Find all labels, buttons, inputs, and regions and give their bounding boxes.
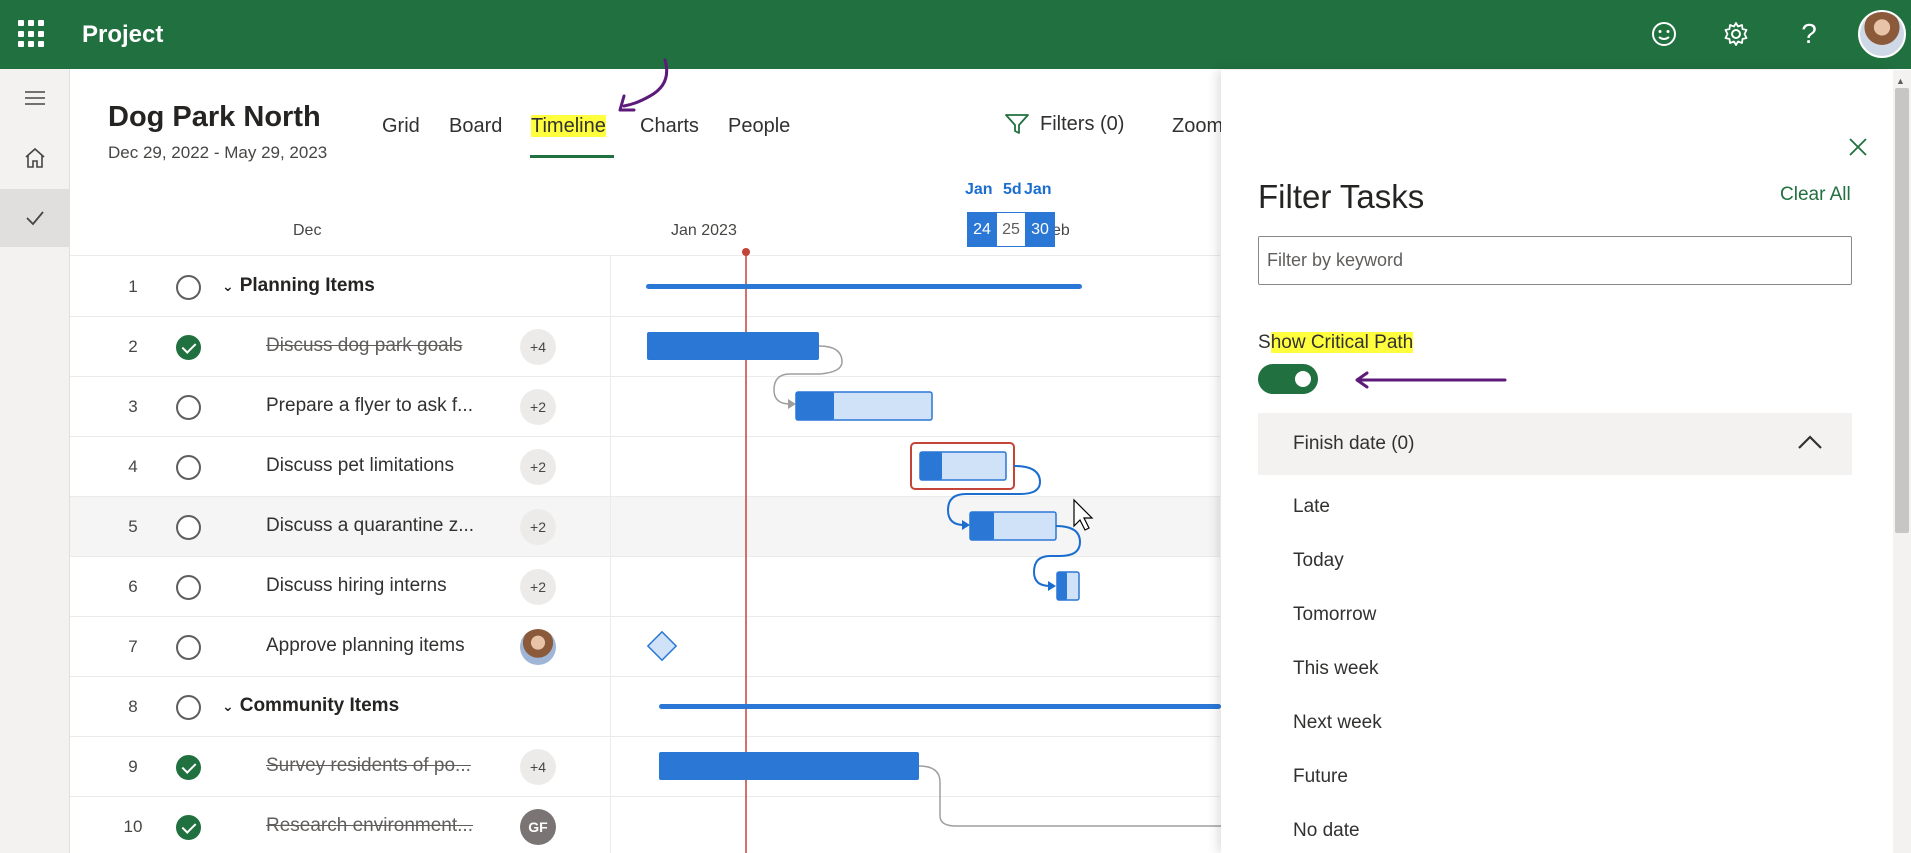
- critical-path-toggle[interactable]: [1258, 364, 1318, 394]
- today-marker: [742, 248, 750, 256]
- section-title: Finish date (0): [1293, 433, 1415, 454]
- filter-option-no-date[interactable]: No date: [1293, 820, 1360, 842]
- filter-option-future[interactable]: Future: [1293, 766, 1348, 788]
- task-bar-progress: [796, 392, 834, 420]
- keyword-filter-input[interactable]: [1258, 236, 1852, 285]
- scroll-up-arrow-icon[interactable]: ▲: [1896, 76, 1905, 86]
- dependency-arrow: [1048, 581, 1056, 591]
- filter-option-this-week[interactable]: This week: [1293, 658, 1379, 680]
- annotation-arrow: [622, 58, 669, 108]
- task-bar-progress: [920, 452, 942, 480]
- chevron-up-icon[interactable]: [1797, 433, 1823, 453]
- annotation-arrow: [1355, 371, 1507, 389]
- close-icon[interactable]: [1843, 132, 1873, 162]
- critical-path-label: Show Critical Path: [1258, 332, 1414, 354]
- task-bar: [659, 752, 919, 780]
- filter-option-today[interactable]: Today: [1293, 550, 1344, 572]
- panel-title: Filter Tasks: [1258, 178, 1425, 215]
- filter-panel: Filter Tasks Clear All Show Critical Pat…: [1221, 70, 1893, 853]
- filter-option-late[interactable]: Late: [1293, 496, 1330, 518]
- finish-date-section-header[interactable]: Finish date (0): [1258, 413, 1852, 475]
- filter-option-next-week[interactable]: Next week: [1293, 712, 1382, 734]
- milestone-diamond: [646, 630, 678, 662]
- dependency-connector: [918, 765, 1221, 827]
- scrollbar-thumb[interactable]: [1895, 88, 1909, 533]
- filter-option-tomorrow[interactable]: Tomorrow: [1293, 604, 1376, 626]
- summary-bar: [646, 284, 1082, 289]
- critical-path-label-rest: how Critical Path: [1270, 332, 1414, 353]
- dependency-arrow: [962, 520, 970, 530]
- critical-path-label-prefix: S: [1258, 332, 1271, 353]
- task-bar-progress: [1057, 572, 1067, 600]
- clear-all-button[interactable]: Clear All: [1780, 184, 1851, 206]
- mouse-cursor: [1073, 498, 1094, 531]
- summary-bar: [659, 704, 1221, 709]
- dependency-arrow: [788, 399, 796, 409]
- task-bar: [647, 332, 819, 360]
- task-bar-progress: [970, 512, 994, 540]
